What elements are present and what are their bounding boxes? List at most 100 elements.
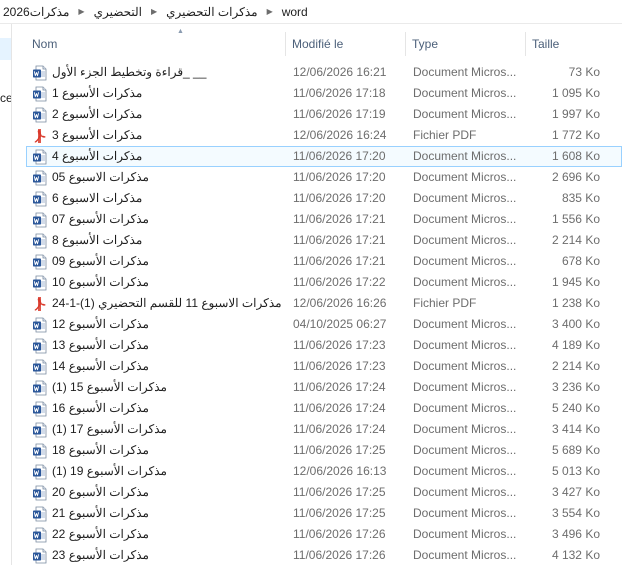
file-size: 4 132 Ko (551, 548, 600, 562)
file-modified-date: 11/06/2026 17:19 (293, 107, 386, 121)
file-size: 3 414 Ko (551, 422, 600, 436)
file-modified-date: 11/06/2026 17:20 (293, 170, 386, 184)
word-doc-icon (32, 380, 48, 396)
breadcrumb-separator-icon[interactable]: ▶ (71, 7, 91, 16)
file-type: Document Micros... (413, 170, 517, 184)
file-name[interactable]: مذكرات الأسبوع 3 (52, 126, 302, 145)
word-doc-icon (32, 464, 48, 480)
breadcrumb-item-2026[interactable]: مذكرات2026 (1, 5, 71, 19)
table-row[interactable]: __ _قراءة وتخطيط الجزء الأول 12/06/2026 1… (26, 62, 622, 83)
file-type: Document Micros... (413, 233, 517, 247)
file-size: 73 Ko (568, 65, 600, 79)
file-type: Document Micros... (413, 149, 517, 163)
navigation-pane[interactable]: cer (0, 24, 12, 565)
file-name[interactable]: مذكرات الأسبوع 07 (52, 210, 302, 229)
file-name[interactable]: مذكرات الأسبوع 1 (52, 84, 302, 103)
file-name[interactable]: مذكرات الأسبوع 2 (52, 105, 302, 124)
file-name[interactable]: مذكرات الاسبوع 11 للقسم التحضيري (1)-1-2… (52, 294, 302, 313)
table-row[interactable]: مذكرات الأسبوع 19 (1) 12/06/2026 16:13 Doc… (26, 461, 622, 482)
table-row[interactable]: مذكرات الأسبوع 10 11/06/2026 17:22 Documen… (26, 272, 622, 293)
table-row[interactable]: مذكرات الاسبوع 05 11/06/2026 17:20 Documen… (26, 167, 622, 188)
table-row[interactable]: مذكرات الأسبوع 12 04/10/2025 06:27 Documen… (26, 314, 622, 335)
breadcrumb-item-preparatory-notes[interactable]: مذكرات التحضيري (164, 5, 259, 19)
table-row[interactable]: مذكرات الأسبوع 22 11/06/2026 17:26 Documen… (26, 524, 622, 545)
table-row[interactable]: مذكرات الأسبوع 1 11/06/2026 17:18 Document… (26, 83, 622, 104)
table-row[interactable]: مذكرات الأسبوع 3 12/06/2026 16:24 Fichier … (26, 125, 622, 146)
file-modified-date: 11/06/2026 17:21 (293, 254, 386, 268)
file-name[interactable]: مذكرات الأسبوع 19 (1) (52, 462, 302, 481)
file-size: 1 556 Ko (551, 212, 600, 226)
file-type: Document Micros... (413, 212, 517, 226)
file-modified-date: 11/06/2026 17:23 (293, 359, 386, 373)
file-modified-date: 11/06/2026 17:26 (293, 548, 386, 562)
file-modified-date: 11/06/2026 17:21 (293, 212, 386, 226)
table-row[interactable]: مذكرات الاسبوع 6 11/06/2026 17:20 Document… (26, 188, 622, 209)
word-doc-icon (32, 212, 48, 228)
file-name[interactable]: مذكرات الأسبوع 12 (52, 315, 302, 334)
file-name[interactable]: __ _قراءة وتخطيط الجزء الأول (52, 63, 302, 82)
column-header-modified[interactable]: Modifié le (286, 32, 406, 56)
word-doc-icon (32, 254, 48, 270)
file-name[interactable]: مذكرات الاسبوع 6 (52, 189, 302, 208)
file-type: Document Micros... (413, 380, 517, 394)
table-row[interactable]: مذكرات الأسبوع 14 11/06/2026 17:23 Documen… (26, 356, 622, 377)
word-doc-icon (32, 65, 48, 81)
file-name[interactable]: مذكرات الاسبوع 05 (52, 168, 302, 187)
column-header-size[interactable]: Taille (526, 32, 606, 56)
word-doc-icon (32, 359, 48, 375)
breadcrumb-separator-icon[interactable]: ▶ (144, 7, 164, 16)
table-row[interactable]: مذكرات الأسبوع 4 11/06/2026 17:20 Document… (26, 146, 622, 167)
file-name[interactable]: مذكرات الأسبوع 16 (52, 399, 302, 418)
word-doc-icon (32, 401, 48, 417)
file-name[interactable]: مذكرات الأسبوع 20 (52, 483, 302, 502)
file-type: Document Micros... (413, 275, 517, 289)
file-modified-date: 11/06/2026 17:23 (293, 338, 386, 352)
column-header-row: ▲ Nom Modifié le Type Taille (26, 28, 622, 56)
file-name[interactable]: مذكرات الأسبوع 8 (52, 231, 302, 250)
file-type: Document Micros... (413, 443, 517, 457)
file-modified-date: 12/06/2026 16:21 (293, 65, 387, 79)
file-modified-date: 11/06/2026 17:21 (293, 233, 386, 247)
word-doc-icon (32, 443, 48, 459)
file-name[interactable]: مذكرات الأسبوع 15 (1) (52, 378, 302, 397)
table-row[interactable]: مذكرات الأسبوع 2 11/06/2026 17:19 Document… (26, 104, 622, 125)
word-doc-icon (32, 317, 48, 333)
file-size: 3 427 Ko (551, 485, 600, 499)
file-name[interactable]: مذكرات الأسبوع 17 (1) (52, 420, 302, 439)
file-name[interactable]: مذكرات الأسبوع 14 (52, 357, 302, 376)
file-size: 2 696 Ko (551, 170, 600, 184)
file-name[interactable]: مذكرات الأسبوع 21 (52, 504, 302, 523)
file-name[interactable]: مذكرات الأسبوع 23 (52, 546, 302, 565)
table-row[interactable]: مذكرات الأسبوع 20 11/06/2026 17:25 Documen… (26, 482, 622, 503)
file-type: Document Micros... (413, 485, 517, 499)
breadcrumb-item-word[interactable]: word (280, 5, 310, 19)
table-row[interactable]: مذكرات الأسبوع 13 11/06/2026 17:23 Documen… (26, 335, 622, 356)
table-row[interactable]: مذكرات الأسبوع 17 (1) 11/06/2026 17:24 Doc… (26, 419, 622, 440)
table-row[interactable]: مذكرات الأسبوع 18 11/06/2026 17:25 Documen… (26, 440, 622, 461)
word-doc-icon (32, 422, 48, 438)
table-row[interactable]: مذكرات الأسبوع 07 11/06/2026 17:21 Documen… (26, 209, 622, 230)
table-row[interactable]: مذكرات الأسبوع 21 11/06/2026 17:25 Documen… (26, 503, 622, 524)
file-name[interactable]: مذكرات الأسبوع 22 (52, 525, 302, 544)
file-name[interactable]: مذكرات الأسبوع 09 (52, 252, 302, 271)
table-row[interactable]: مذكرات الأسبوع 15 (1) 11/06/2026 17:24 Doc… (26, 377, 622, 398)
file-name[interactable]: مذكرات الأسبوع 18 (52, 441, 302, 460)
table-row[interactable]: مذكرات الأسبوع 16 11/06/2026 17:24 Documen… (26, 398, 622, 419)
breadcrumb-item-preparatory[interactable]: التحضيري (92, 5, 144, 19)
file-size: 3 554 Ko (551, 506, 600, 520)
navigation-pane-selected-item[interactable] (0, 38, 11, 60)
breadcrumb-separator-icon[interactable]: ▶ (260, 7, 280, 16)
navigation-pane-item-label[interactable]: cer (0, 91, 11, 105)
table-row[interactable]: مذكرات الاسبوع 11 للقسم التحضيري (1)-1-2… (26, 293, 622, 314)
column-header-name[interactable]: Nom (26, 32, 286, 56)
file-size: 5 240 Ko (551, 401, 600, 415)
column-header-type[interactable]: Type (406, 32, 526, 56)
table-row[interactable]: مذكرات الأسبوع 09 11/06/2026 17:21 Documen… (26, 251, 622, 272)
table-row[interactable]: مذكرات الأسبوع 23 11/06/2026 17:26 Documen… (26, 545, 622, 566)
file-name[interactable]: مذكرات الأسبوع 13 (52, 336, 302, 355)
file-name[interactable]: مذكرات الأسبوع 10 (52, 273, 302, 292)
file-modified-date: 11/06/2026 17:18 (293, 86, 386, 100)
word-doc-icon (32, 548, 48, 564)
file-name[interactable]: مذكرات الأسبوع 4 (52, 147, 302, 166)
table-row[interactable]: مذكرات الأسبوع 8 11/06/2026 17:21 Document… (26, 230, 622, 251)
